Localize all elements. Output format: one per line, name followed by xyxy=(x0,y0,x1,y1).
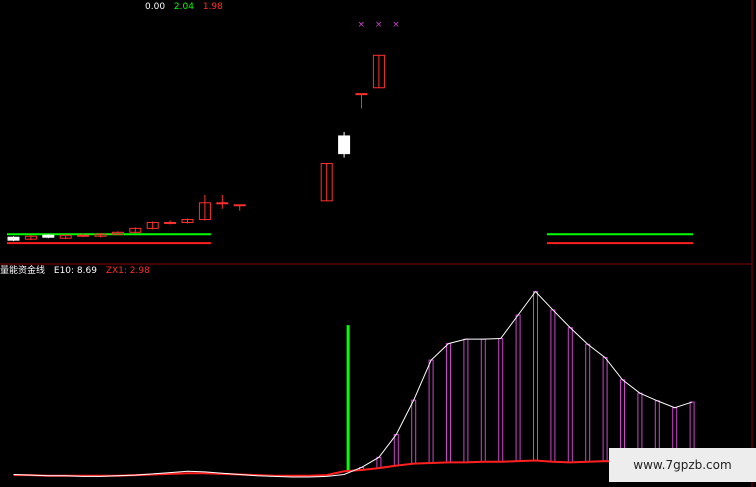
candle-body xyxy=(355,93,368,96)
indicator-e10: E10: 8.69 xyxy=(53,266,97,276)
marker-x: × xyxy=(392,20,400,30)
watermark: www.7gpzb.com xyxy=(609,448,756,482)
header-value-1: 0.00 xyxy=(145,2,166,12)
indicator-zx1: ZX1: 2.98 xyxy=(105,266,150,276)
candle-body xyxy=(77,234,90,237)
candle-body xyxy=(233,204,246,207)
marker-x: × xyxy=(358,20,366,30)
candle-body xyxy=(7,236,20,241)
candle-body xyxy=(164,221,177,224)
stock-chart[interactable]: × × × xyxy=(0,0,756,487)
indicator-header: 量能资金线 E10: 8.69 ZX1: 2.98 xyxy=(0,266,156,277)
candle-body xyxy=(42,234,55,238)
indicator-name: 量能资金线 xyxy=(0,266,46,276)
price-header: 0.00 2.04 1.98 xyxy=(145,2,229,13)
header-value-3: 1.98 xyxy=(202,2,223,12)
header-value-2: 2.04 xyxy=(173,2,194,12)
candle-body xyxy=(216,202,229,205)
candle-body xyxy=(338,135,351,155)
marker-x: × xyxy=(375,20,383,30)
